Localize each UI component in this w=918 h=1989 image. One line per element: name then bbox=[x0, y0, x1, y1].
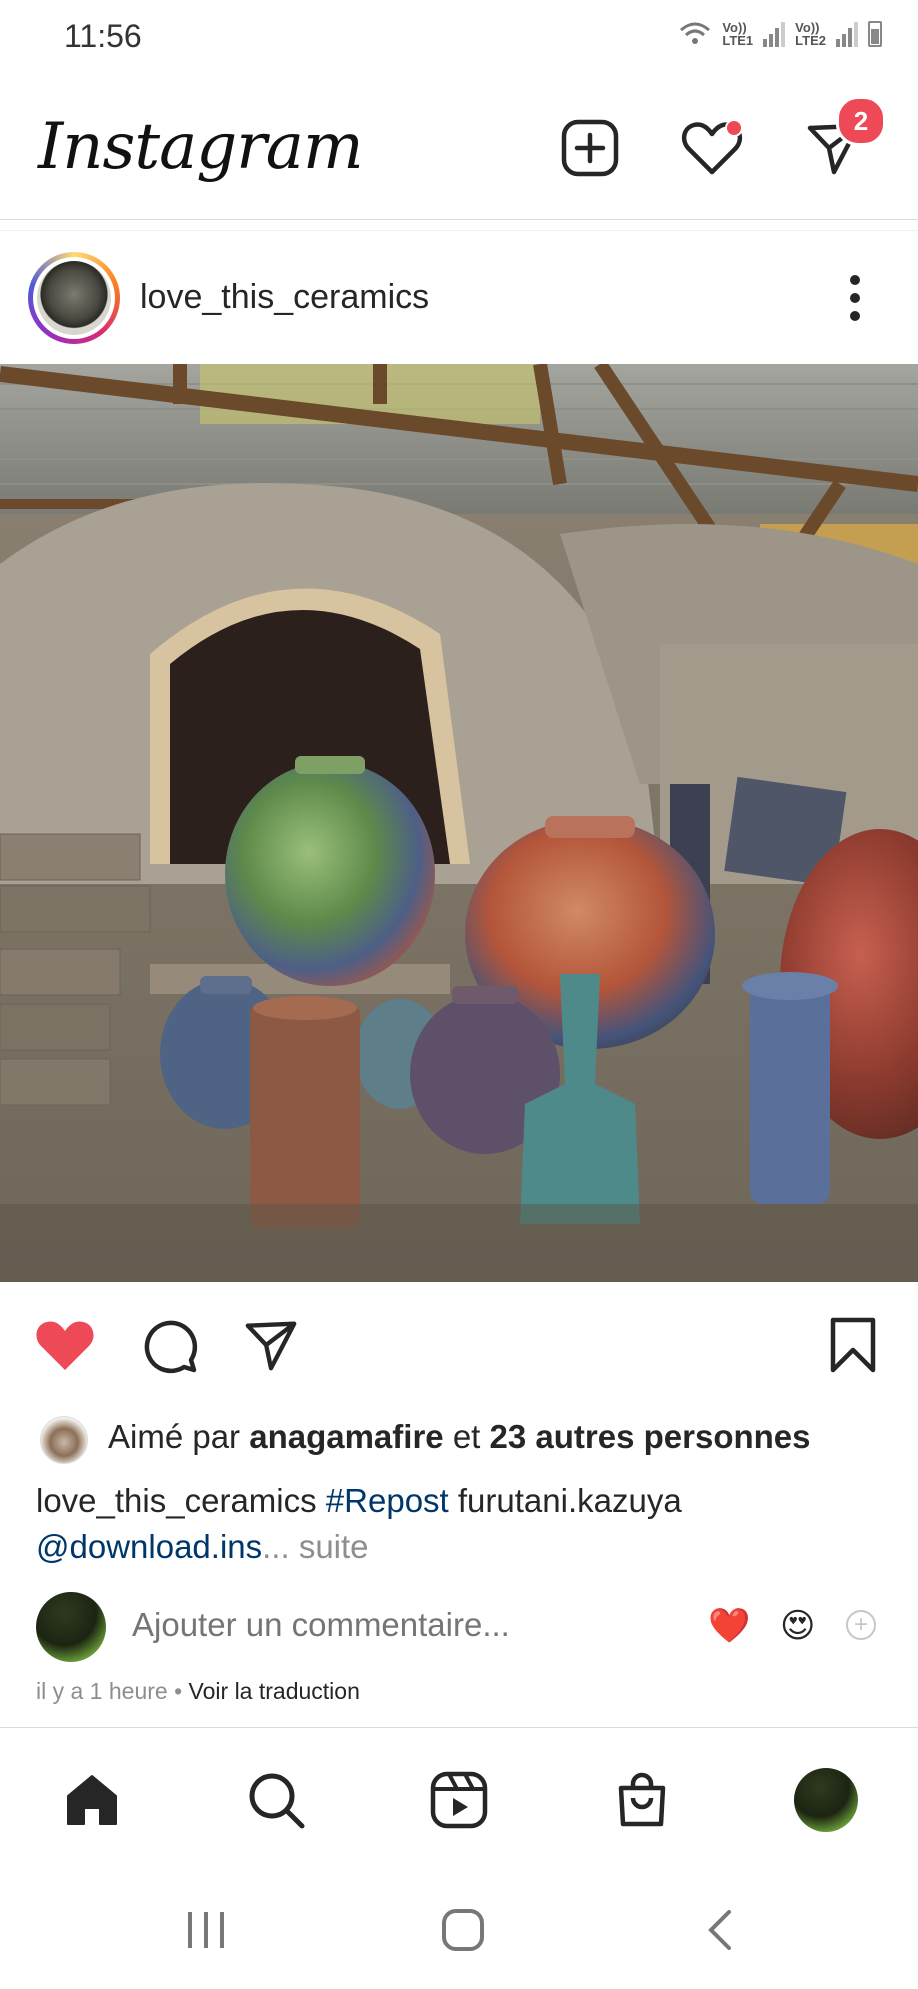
home-icon bbox=[67, 1775, 117, 1825]
sim1-label: Vo)) LTE1 bbox=[722, 20, 754, 48]
wifi-icon bbox=[680, 22, 711, 44]
caption-text: furutani.kazuya bbox=[448, 1482, 682, 1519]
post-username[interactable]: love_this_ceramics bbox=[140, 278, 429, 317]
post-author-avatar[interactable] bbox=[28, 252, 120, 344]
activity-button[interactable] bbox=[680, 116, 744, 180]
caption-hashtag[interactable]: #Repost bbox=[326, 1482, 449, 1519]
post-photo[interactable] bbox=[0, 364, 918, 1282]
quick-emoji-heart[interactable]: ❤️ bbox=[708, 1606, 750, 1646]
post-caption: love_this_ceramics #Repost furutani.kazu… bbox=[36, 1478, 886, 1570]
back-icon bbox=[708, 1910, 731, 1950]
messages-badge: 2 bbox=[836, 96, 886, 146]
bookmark-icon bbox=[830, 1317, 876, 1373]
more-options-button[interactable] bbox=[840, 274, 870, 324]
like-heart-icon bbox=[36, 1321, 94, 1370]
stories-divider bbox=[0, 230, 918, 231]
post-meta: il y a 1 heure • Voir la traduction bbox=[36, 1678, 360, 1705]
instagram-logo[interactable]: Instagram bbox=[38, 110, 364, 184]
profile-avatar bbox=[794, 1768, 858, 1832]
new-post-icon bbox=[561, 119, 619, 177]
likes-others[interactable]: 23 autres personnes bbox=[490, 1418, 811, 1455]
post-timestamp: il y a 1 heure bbox=[36, 1678, 168, 1704]
save-button[interactable] bbox=[818, 1310, 888, 1380]
activity-heart-icon bbox=[681, 119, 743, 175]
battery-icon bbox=[868, 21, 882, 47]
comment-icon bbox=[144, 1320, 198, 1374]
system-status-icons: Vo)) LTE1 Vo)) LTE2 bbox=[678, 20, 882, 48]
home-circle-icon bbox=[442, 1909, 484, 1951]
sim2-label: Vo)) LTE2 bbox=[795, 20, 826, 48]
liker-username[interactable]: anagamafire bbox=[249, 1418, 443, 1455]
see-translation-link[interactable]: Voir la traduction bbox=[189, 1678, 360, 1704]
nav-search[interactable] bbox=[236, 1760, 316, 1840]
share-button[interactable] bbox=[236, 1310, 306, 1380]
likes-summary[interactable]: Aimé par anagamafire et 23 autres person… bbox=[108, 1418, 811, 1456]
status-bar: 11:56 Vo)) LTE1 Vo)) LTE2 bbox=[0, 0, 918, 72]
likes-prefix: Aimé par bbox=[108, 1418, 250, 1455]
plus-icon: + bbox=[853, 1611, 868, 1638]
kiln-ceramics-image bbox=[0, 364, 918, 1282]
caption-username[interactable]: love_this_ceramics bbox=[36, 1482, 317, 1519]
caption-more-link[interactable]: suite bbox=[290, 1528, 369, 1565]
likes-and: et bbox=[443, 1418, 490, 1455]
bottom-nav-divider bbox=[0, 1727, 918, 1728]
avatar-image bbox=[37, 261, 111, 335]
caption-ellipsis: ... bbox=[262, 1528, 290, 1565]
quick-emoji-heart-eyes[interactable]: 😍 bbox=[780, 1606, 815, 1646]
caption-mention[interactable]: @download.ins bbox=[36, 1528, 262, 1565]
comment-button[interactable] bbox=[134, 1310, 204, 1380]
comment-input[interactable] bbox=[132, 1606, 652, 1644]
shop-icon bbox=[618, 1772, 666, 1827]
current-user-avatar bbox=[36, 1592, 106, 1662]
liker-avatar[interactable] bbox=[40, 1416, 88, 1464]
signal-bars-1 bbox=[763, 21, 786, 47]
like-button[interactable] bbox=[30, 1310, 100, 1380]
system-home-button[interactable] bbox=[423, 1900, 503, 1960]
nav-home[interactable] bbox=[52, 1760, 132, 1840]
signal-bars-2 bbox=[836, 21, 858, 47]
nav-shop[interactable] bbox=[602, 1760, 682, 1840]
recents-icon bbox=[188, 1912, 224, 1948]
header-divider bbox=[0, 219, 918, 220]
share-icon bbox=[245, 1321, 297, 1371]
meta-separator: • bbox=[167, 1678, 189, 1704]
new-post-button[interactable] bbox=[558, 116, 622, 180]
reels-icon bbox=[430, 1771, 488, 1829]
system-back-button[interactable] bbox=[680, 1900, 760, 1960]
more-dots-icon bbox=[850, 275, 860, 321]
status-time: 11:56 bbox=[64, 18, 142, 54]
nav-reels[interactable] bbox=[419, 1760, 499, 1840]
system-recents-button[interactable] bbox=[166, 1900, 246, 1960]
search-icon bbox=[249, 1773, 305, 1829]
nav-profile[interactable] bbox=[786, 1760, 866, 1840]
more-emoji-button[interactable]: + bbox=[846, 1610, 876, 1640]
